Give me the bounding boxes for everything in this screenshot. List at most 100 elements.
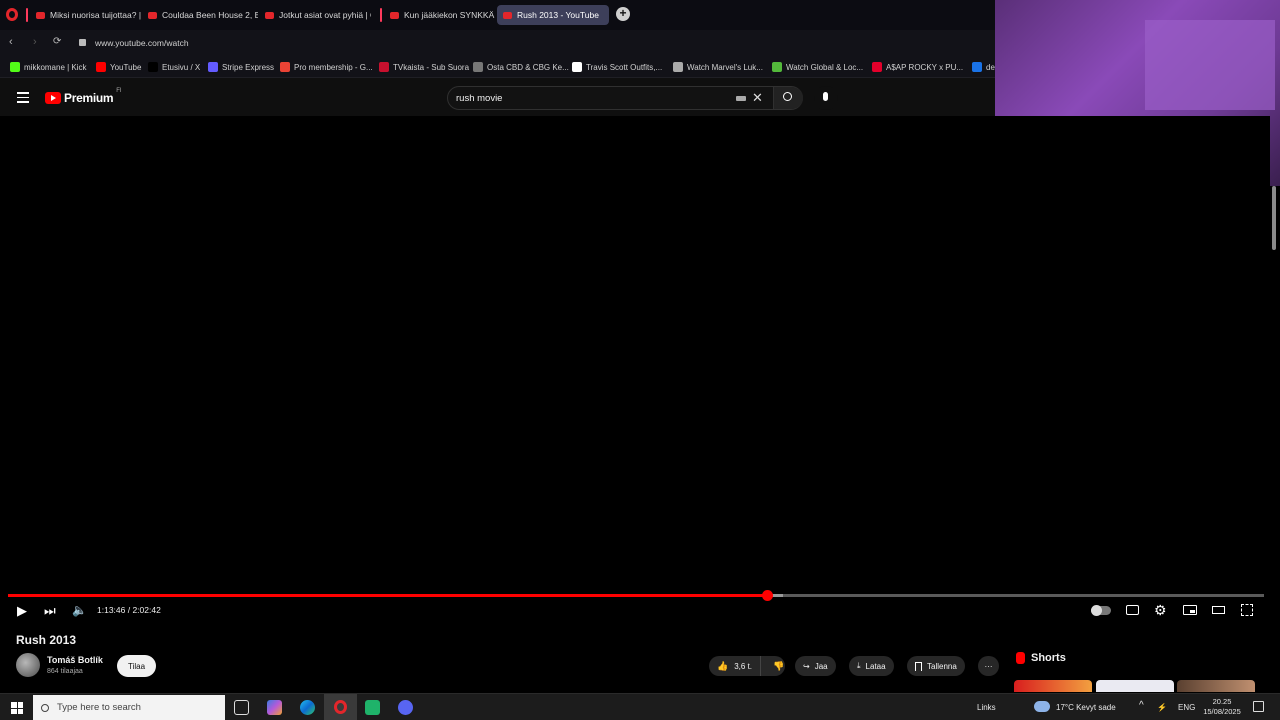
tab-separator xyxy=(26,8,28,22)
links-toolbar[interactable]: Links xyxy=(977,703,996,712)
back-icon[interactable]: ‹ xyxy=(9,36,13,48)
bookmark-label: A$AP ROCKY x PU... xyxy=(886,62,964,72)
tab-label: Miksi nuorisa tuijottaa? | xyxy=(50,10,142,20)
bookmark-favicon-icon xyxy=(772,62,782,72)
edge-browser-icon[interactable] xyxy=(300,700,315,715)
like-button[interactable]: 👍 3,6 t. xyxy=(709,656,762,676)
browser-tab[interactable]: Miksi nuorisa tuijottaa? | xyxy=(30,5,142,25)
volume-icon[interactable]: 🔈 xyxy=(72,603,87,617)
bookmark-item[interactable]: TVkaista - Sub Suora xyxy=(379,62,469,72)
new-tab-button[interactable]: + xyxy=(616,7,630,21)
clear-search-icon[interactable]: ✕ xyxy=(752,90,763,106)
voice-search-button[interactable] xyxy=(814,86,838,110)
fullscreen-icon[interactable] xyxy=(1241,604,1253,616)
windows-start-icon[interactable] xyxy=(11,702,23,714)
opera-taskbar-item[interactable] xyxy=(324,694,357,720)
youtube-favicon-icon xyxy=(36,11,45,19)
bookmark-item[interactable]: Pro membership - G... xyxy=(280,62,373,72)
channel-name[interactable]: Tomáš Botlík xyxy=(47,655,103,665)
short-thumbnail[interactable] xyxy=(1177,680,1255,692)
chevron-up-icon[interactable]: ^ xyxy=(1139,700,1144,711)
settings-gear-icon[interactable]: ⚙ xyxy=(1154,602,1167,619)
dislike-button[interactable]: 👎 xyxy=(766,661,784,672)
next-icon[interactable]: ⏭ xyxy=(44,603,56,619)
video-player[interactable] xyxy=(0,116,1270,622)
bookmark-favicon-icon xyxy=(379,62,389,72)
save-button[interactable]: Tallenna xyxy=(907,656,965,676)
bookmark-favicon-icon xyxy=(96,62,106,72)
bookmark-label: Etusivu / X xyxy=(162,62,201,72)
subtitles-icon[interactable] xyxy=(1126,605,1139,615)
scrubber-handle[interactable] xyxy=(762,590,773,601)
bookmark-item[interactable]: Etusivu / X xyxy=(148,62,200,72)
theater-mode-icon[interactable] xyxy=(1212,606,1225,614)
browser-tab[interactable]: Couldaa Been House 2, Ep xyxy=(142,5,258,25)
bookmark-item[interactable]: A$AP ROCKY x PU... xyxy=(872,62,963,72)
bookmark-favicon-icon xyxy=(872,62,882,72)
subscribe-button[interactable]: Tilaa xyxy=(117,655,156,677)
discord-icon[interactable] xyxy=(398,700,413,715)
save-label: Tallenna xyxy=(927,661,957,671)
language-indicator[interactable]: ENG xyxy=(1178,703,1195,712)
youtube-logo[interactable]: Premium FI xyxy=(45,88,122,105)
bookmark-item[interactable]: Travis Scott Outfits,... xyxy=(572,62,662,72)
download-button[interactable]: ⤓ Lataa xyxy=(849,656,894,676)
bookmark-favicon-icon xyxy=(572,62,582,72)
bookmark-item[interactable]: Osta CBD & CBG Ke... xyxy=(473,62,569,72)
play-icon[interactable]: ▶ xyxy=(17,603,27,619)
search-button[interactable] xyxy=(773,87,803,109)
bookmark-favicon-icon xyxy=(972,62,982,72)
taskbar-search-placeholder: Type here to search xyxy=(57,702,141,713)
channel-avatar[interactable] xyxy=(16,653,40,677)
bookmark-item[interactable]: Stripe Express xyxy=(208,62,274,72)
webcam-cabinet xyxy=(1145,20,1275,110)
youtube-favicon-icon xyxy=(503,11,512,19)
subscriber-count: 864 tilaajaa xyxy=(47,668,83,675)
bookmark-item[interactable]: Watch Global & Loc... xyxy=(772,62,863,72)
tab-label: Kun jääkiekon SYNKKÄ SÄ xyxy=(404,10,496,20)
app-icon[interactable] xyxy=(365,700,380,715)
autoplay-toggle[interactable] xyxy=(1091,605,1111,616)
forward-icon[interactable]: › xyxy=(33,36,37,48)
weather-icon[interactable] xyxy=(1034,701,1050,712)
bookmark-label: YouTube xyxy=(110,62,142,72)
browser-tab[interactable]: Kun jääkiekon SYNKKÄ SÄ xyxy=(384,5,496,25)
weather-text[interactable]: 17°C Kevyt sade xyxy=(1056,703,1116,712)
opera-icon xyxy=(334,700,347,714)
taskbar-search[interactable]: Type here to search xyxy=(33,695,225,720)
bookmark-item[interactable]: de xyxy=(972,62,995,72)
windows-taskbar: Type here to search Links 17°C Kevyt sad… xyxy=(0,693,1280,720)
thumbs-down-icon: 👎 xyxy=(773,660,785,671)
opera-logo-icon[interactable] xyxy=(6,8,18,21)
menu-icon[interactable] xyxy=(17,92,29,103)
bookmark-item[interactable]: mikkomane | Kick xyxy=(10,62,87,72)
like-count: 3,6 t. xyxy=(734,661,753,671)
browser-tab[interactable]: Jotkut asiat ovat pyhiä | O xyxy=(259,5,371,25)
short-thumbnail[interactable] xyxy=(1096,680,1174,692)
bookmark-label: Osta CBD & CBG Ke... xyxy=(487,62,569,72)
share-button[interactable]: ↪ Jaa xyxy=(795,656,836,676)
bookmark-item[interactable]: Watch Marvel's Luk... xyxy=(673,62,763,72)
more-actions-button[interactable]: ··· xyxy=(978,656,999,676)
search-box[interactable]: rush movie ✕ xyxy=(447,86,803,110)
youtube-favicon-icon xyxy=(265,11,274,19)
microphone-icon xyxy=(823,92,828,101)
tab-label: Rush 2013 - YouTube xyxy=(517,10,599,20)
bookmark-item[interactable]: YouTube xyxy=(96,62,141,72)
network-icon[interactable]: ⚡ xyxy=(1157,703,1167,712)
search-input[interactable]: rush movie xyxy=(456,93,502,104)
keyboard-icon[interactable] xyxy=(736,96,746,101)
reload-icon[interactable]: ⟳ xyxy=(53,36,61,47)
like-dislike-group: 👍 3,6 t. 👎 xyxy=(709,656,785,676)
time-display: 1:13:46 / 2:02:42 xyxy=(97,605,161,615)
clock[interactable]: 20.25 15/08/2025 xyxy=(1200,697,1244,717)
shorts-logo-icon xyxy=(1016,652,1025,664)
miniplayer-icon[interactable] xyxy=(1183,605,1197,615)
task-view-icon[interactable] xyxy=(234,700,249,715)
short-thumbnail[interactable] xyxy=(1014,680,1092,692)
url-field[interactable]: www.youtube.com/watch xyxy=(95,38,189,48)
page-scrollbar[interactable] xyxy=(1272,186,1276,250)
notification-icon[interactable] xyxy=(1253,701,1264,712)
copilot-icon[interactable] xyxy=(267,700,282,715)
browser-tab[interactable]: Rush 2013 - YouTube xyxy=(497,5,609,25)
